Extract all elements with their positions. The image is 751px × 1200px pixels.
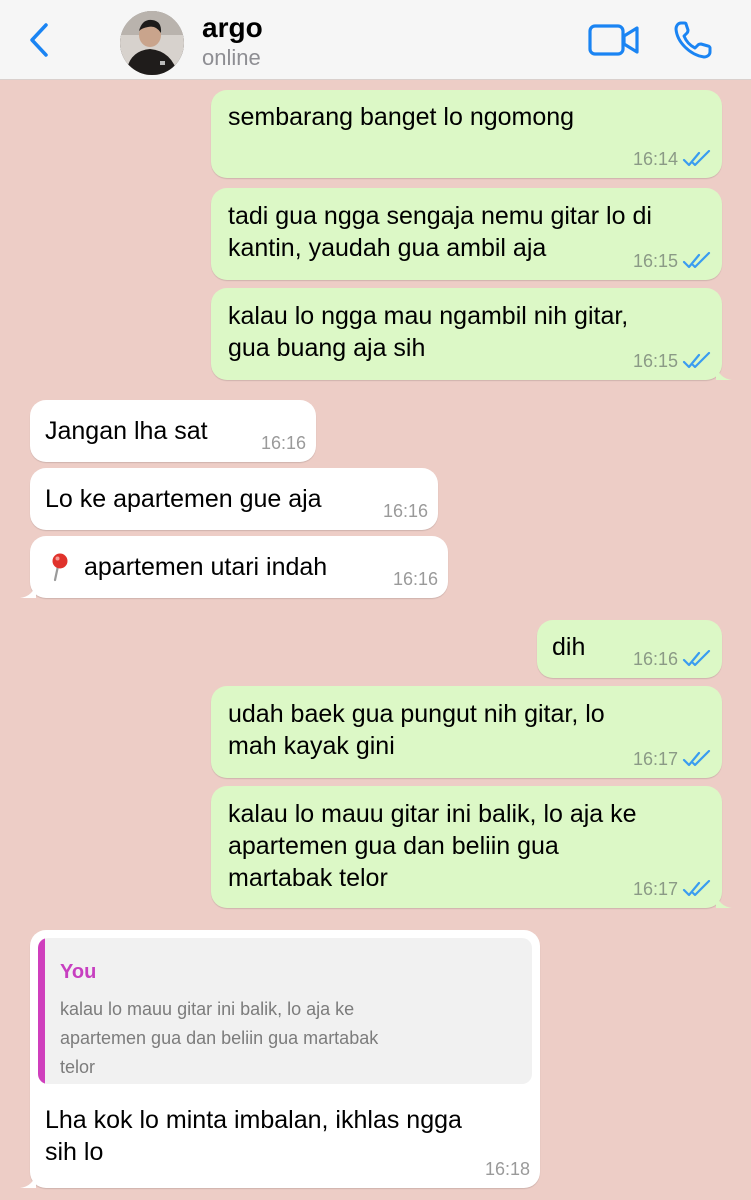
message-time: 16:16 (260, 433, 306, 453)
message-meta: 16:16 (261, 432, 306, 454)
quote-author: You (60, 961, 97, 983)
quote-text: telor (60, 1057, 96, 1077)
message-time: 16:15 (632, 251, 678, 271)
message-meta: 16:16 (393, 568, 438, 590)
outgoing-message[interactable]: kalau lo mauu gitar ini balik, lo aja ke… (211, 786, 732, 908)
incoming-reply-message[interactable]: You kalau lo mauu gitar ini balik, lo aj… (20, 930, 540, 1188)
message-time: 16:18 (484, 1159, 530, 1179)
quoted-message[interactable]: You kalau lo mauu gitar ini balik, lo aj… (38, 938, 532, 1084)
incoming-message[interactable]: apartemen utari indah 16:16 (20, 536, 448, 598)
message-text: apartemen gua dan beliin gua (228, 832, 559, 860)
chat-header: argo online (0, 0, 751, 80)
message-time: 16:17 (632, 749, 678, 769)
back-button[interactable] (22, 18, 56, 62)
outgoing-message[interactable]: udah baek gua pungut nih gitar, lo mah k… (211, 686, 722, 778)
quote-accent-bar (38, 938, 45, 1084)
message-time: 16:16 (382, 501, 428, 521)
message-meta: 16:15 (633, 350, 712, 372)
read-receipt-icon (682, 352, 711, 369)
message-text: tadi gua ngga sengaja nemu gitar lo di (228, 202, 652, 230)
bubble-tail (20, 582, 36, 598)
message-text: udah baek gua pungut nih gitar, lo (228, 700, 605, 728)
read-receipt-icon (682, 880, 711, 897)
message-text: Lha kok lo minta imbalan, ikhlas ngga (45, 1106, 462, 1134)
phone-icon (674, 21, 712, 59)
video-camera-icon (588, 24, 639, 56)
message-text: kantin, yaudah gua ambil aja (228, 234, 547, 262)
message-list[interactable]: sembarang banget lo ngomong 16:14 tadi g… (0, 80, 751, 1200)
read-receipt-icon (682, 150, 711, 167)
message-time: 16:15 (632, 351, 678, 371)
read-receipt-icon (682, 252, 711, 269)
contact-name[interactable]: argo (202, 12, 263, 44)
incoming-message[interactable]: Lo ke apartemen gue aja 16:16 (30, 468, 438, 530)
message-text: mah kayak gini (228, 732, 395, 760)
message-time: 16:17 (632, 879, 678, 899)
incoming-message[interactable]: Jangan lha sat 16:16 (30, 400, 316, 462)
outgoing-message[interactable]: sembarang banget lo ngomong 16:14 (211, 90, 722, 178)
message-time: 16:14 (632, 149, 678, 169)
message-text: apartemen utari indah (84, 553, 328, 581)
message-meta: 16:14 (633, 148, 712, 170)
outgoing-message[interactable]: dih 16:16 (537, 620, 722, 678)
avatar[interactable] (120, 11, 184, 75)
message-text: kalau lo ngga mau ngambil nih gitar, (228, 302, 629, 330)
message-meta: 16:15 (633, 250, 712, 272)
contact-status: online (202, 45, 261, 70)
chevron-left-icon (30, 23, 48, 57)
message-text: sih lo (45, 1138, 104, 1166)
bubble-tail (20, 1172, 36, 1188)
message-text: gua buang aja sih (228, 334, 426, 362)
message-meta: 16:18 (485, 1158, 530, 1180)
video-call-button[interactable] (588, 22, 640, 58)
location-pin-icon (52, 553, 68, 582)
message-meta: 16:16 (383, 500, 428, 522)
message-time: 16:16 (632, 649, 678, 669)
quote-text: kalau lo mauu gitar ini balik, lo aja ke (60, 999, 355, 1019)
read-receipt-icon (682, 750, 711, 767)
quote-text: apartemen gua dan beliin gua martabak (60, 1028, 379, 1048)
bubble-tail (716, 892, 732, 908)
message-meta: 16:17 (633, 748, 712, 770)
bubble-tail (716, 364, 732, 380)
message-text: kalau lo mauu gitar ini balik, lo aja ke (228, 800, 637, 828)
read-receipt-icon (682, 650, 711, 667)
message-text: martabak telor (228, 864, 388, 892)
message-text: Jangan lha sat (45, 417, 208, 445)
message-text: Lo ke apartemen gue aja (45, 485, 322, 513)
outgoing-message[interactable]: kalau lo ngga mau ngambil nih gitar, gua… (211, 288, 732, 380)
message-meta: 16:17 (633, 878, 712, 900)
message-text: sembarang banget lo ngomong (228, 103, 575, 131)
outgoing-message[interactable]: tadi gua ngga sengaja nemu gitar lo di k… (211, 188, 722, 280)
message-time: 16:16 (392, 569, 438, 589)
message-meta: 16:16 (633, 648, 712, 670)
voice-call-button[interactable] (672, 20, 716, 60)
message-text: dih (552, 633, 586, 661)
